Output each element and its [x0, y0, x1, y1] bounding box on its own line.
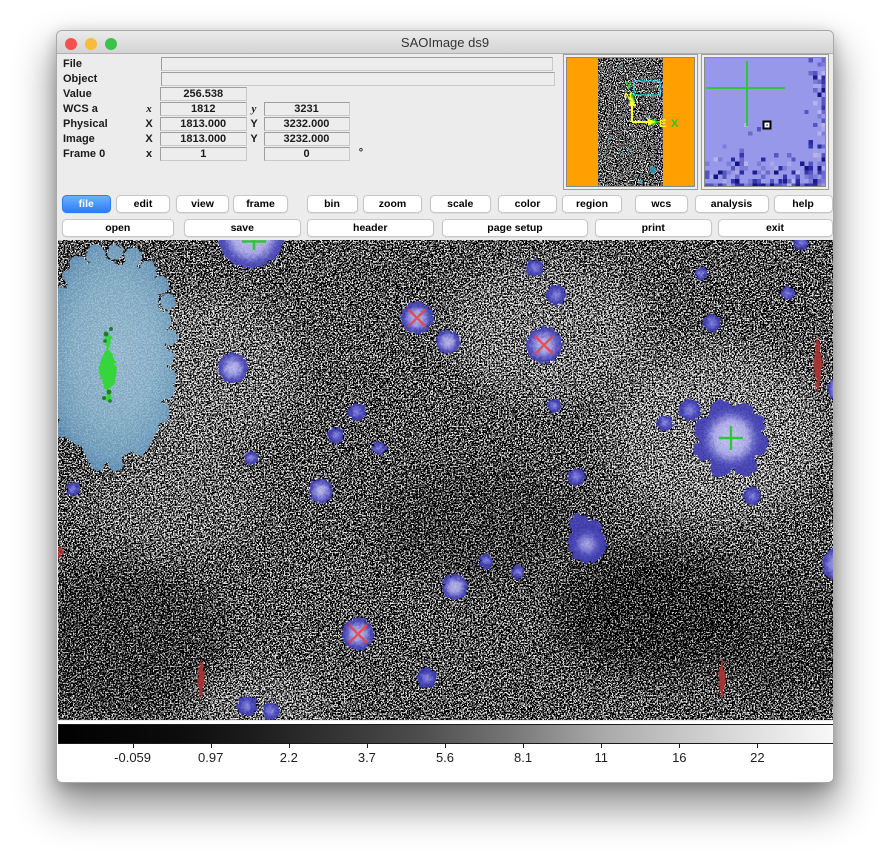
svg-text:E: E — [659, 118, 666, 130]
svg-text:X: X — [671, 118, 679, 130]
svg-text:N: N — [624, 91, 632, 103]
